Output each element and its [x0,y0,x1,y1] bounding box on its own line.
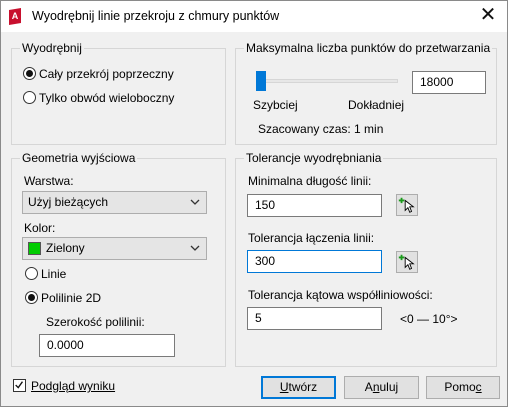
svg-text:A: A [12,11,19,21]
preview-checkbox[interactable] [13,379,26,392]
radio-full-cross-section-label[interactable]: Cały przekrój poprzeczny [39,67,174,81]
output-geometry-group-title: Geometria wyjściowa [20,151,138,165]
dialog-window: A Wyodrębnij linie przekroju z chmury pu… [0,0,508,407]
min-length-input[interactable]: 150 [247,194,382,217]
pick-point-icon [398,254,415,270]
layer-label: Warstwa: [24,174,74,188]
window-title: Wyodrębnij linie przekroju z chmury punk… [32,9,280,23]
title-bar: A Wyodrębnij linie przekroju z chmury pu… [1,1,507,32]
autocad-app-icon: A [9,8,21,25]
chevron-down-icon [190,245,200,251]
estimated-time: Szacowany czas: 1 min [258,122,384,136]
cancel-button[interactable]: Anuluj [344,376,419,399]
radio-polygon-perimeter-label[interactable]: Tylko obwód wieloboczny [39,91,174,105]
polyline-width-label: Szerokość polilinii: [46,315,145,329]
slider-left-label: Szybciej [253,98,298,112]
color-dropdown[interactable]: Zielony [22,237,207,260]
max-points-group-title: Maksymalna liczba punktów do przetwarzan… [244,41,493,55]
angle-tolerance-label: Tolerancja kątowa współliniowości: [248,288,433,302]
radio-lines[interactable] [25,267,38,280]
radio-2d-polylines[interactable] [25,291,38,304]
preview-checkbox-label[interactable]: Podgląd wyniku [31,379,115,393]
angle-tolerance-input[interactable]: 5 [247,307,382,330]
min-length-label: Minimalna długość linii: [248,174,372,188]
max-points-input[interactable]: 18000 [412,71,486,94]
chevron-down-icon [190,199,200,205]
pick-min-length-button[interactable] [396,194,418,216]
color-label: Kolor: [24,221,56,235]
angle-range-hint: <0 — 10°> [400,312,458,326]
layer-dropdown[interactable]: Użyj bieżących [22,191,207,214]
polyline-width-input[interactable]: 0.0000 [39,334,175,357]
tolerance-group-title: Tolerancje wyodrębniania [244,151,384,165]
color-swatch [28,242,41,255]
extract-group-title: Wyodrębnij [20,41,84,55]
checkmark-icon [15,381,24,389]
radio-polygon-perimeter[interactable] [23,91,36,104]
layer-dropdown-value: Użyj bieżących [28,195,109,209]
create-button[interactable]: Utwórz [261,376,336,399]
help-button[interactable]: Pomoc [426,376,500,399]
close-icon[interactable]: ✕ [475,4,501,28]
pick-point-icon [398,197,415,213]
radio-full-cross-section[interactable] [23,67,36,80]
points-slider-track[interactable] [256,79,398,83]
slider-right-label: Dokładniej [348,98,405,112]
color-dropdown-value: Zielony [46,241,85,255]
join-tolerance-input[interactable]: 300 [247,250,382,273]
radio-2d-polylines-label[interactable]: Polilinie 2D [41,291,101,305]
radio-lines-label[interactable]: Linie [41,267,66,281]
pick-join-tolerance-button[interactable] [396,251,418,273]
join-tolerance-label: Tolerancja łączenia linii: [248,231,375,245]
points-slider-thumb[interactable] [256,71,266,91]
